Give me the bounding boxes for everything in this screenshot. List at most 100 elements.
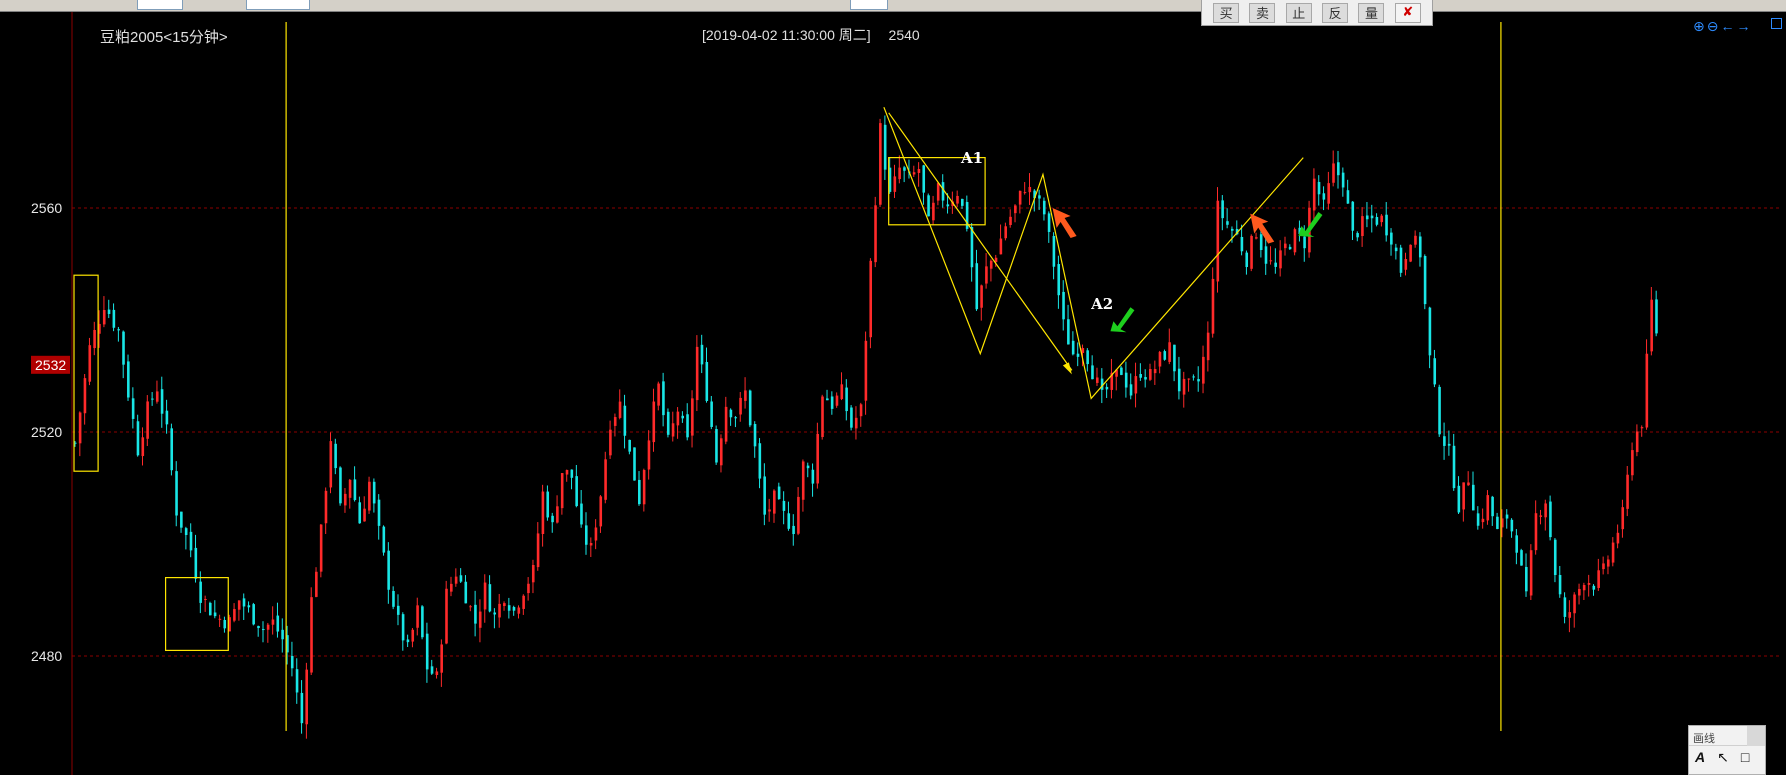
wave-annotation-label: A1 <box>960 149 983 167</box>
buy-button[interactable]: 买 <box>1213 2 1240 23</box>
candle-body <box>459 575 463 582</box>
candle-body <box>305 669 308 725</box>
candle-body <box>1071 340 1075 355</box>
zoom-out-icon[interactable]: ⊖ <box>1707 18 1719 35</box>
candle-body <box>382 526 386 553</box>
candle-body <box>1563 597 1567 617</box>
quantity-button[interactable]: 量 <box>1358 2 1385 23</box>
scroll-left-icon[interactable]: ← <box>1720 18 1734 35</box>
cursor-datetime: [2019-04-02 11:30:00 周二] <box>702 27 871 43</box>
candle-body <box>845 387 848 412</box>
candle-body <box>527 583 530 594</box>
y-tick-label: 2560 <box>31 200 62 216</box>
candle-body <box>758 443 762 479</box>
candle-body <box>956 195 959 204</box>
candle-body <box>1288 246 1292 250</box>
candle-body <box>252 604 255 625</box>
candle-body <box>840 384 844 400</box>
rectangle-tool-icon[interactable]: □ <box>1741 749 1749 766</box>
candle-body <box>806 465 810 469</box>
candle-body <box>985 266 988 284</box>
cancel-icon[interactable]: ✘ <box>1394 2 1421 23</box>
candle-body <box>879 123 882 205</box>
consolidation-box <box>164 576 229 651</box>
candle-body <box>739 397 742 415</box>
candle-body <box>517 607 521 614</box>
candle-body <box>575 476 578 507</box>
candle-body <box>368 481 371 511</box>
candle-body <box>421 606 424 638</box>
candle-body <box>160 389 164 414</box>
candle-body <box>512 607 516 611</box>
candle-body <box>180 511 183 528</box>
reverse-button[interactable]: 反 <box>1322 2 1349 23</box>
candle-body <box>1515 535 1518 553</box>
candle-body <box>854 417 858 429</box>
candle-body <box>1635 431 1639 453</box>
candle-body <box>1245 252 1249 268</box>
candle-body <box>1452 445 1456 489</box>
candle-body <box>218 618 222 620</box>
candle-body <box>1312 178 1316 211</box>
candle-body <box>1534 513 1538 551</box>
candle-body <box>300 692 304 724</box>
candle-body <box>1394 247 1398 252</box>
pointer-tool-icon[interactable]: ↖ <box>1717 749 1729 766</box>
candle-body <box>1124 372 1128 388</box>
restore-icon[interactable] <box>1771 18 1782 29</box>
candle-body <box>556 506 559 523</box>
candle-body <box>483 582 487 610</box>
candle-body <box>642 470 646 505</box>
text-tool-icon[interactable]: A <box>1695 749 1705 766</box>
candle-body <box>1014 205 1017 214</box>
candle-body <box>821 396 824 437</box>
candle-body <box>450 583 453 592</box>
price-chart[interactable]: 2480 2520 2560 2532 A1 A2 <box>0 0 1786 775</box>
candle-body <box>1447 443 1451 446</box>
candle-body <box>1264 246 1268 264</box>
candle-body <box>748 390 752 426</box>
candle-body <box>753 424 757 447</box>
candle-body <box>127 361 130 398</box>
candle-body <box>464 581 468 604</box>
scroll-right-icon[interactable]: → <box>1736 18 1750 35</box>
candle-body <box>1539 515 1543 517</box>
candle-body <box>151 398 154 400</box>
zoom-in-icon[interactable]: ⊕ <box>1693 18 1705 35</box>
stop-button[interactable]: 止 <box>1285 2 1312 23</box>
candle-body <box>522 595 525 609</box>
candle-body <box>662 381 665 416</box>
draw-panel-close-icon[interactable] <box>1747 726 1765 746</box>
candle-body <box>1549 501 1552 538</box>
candle-body <box>883 124 887 170</box>
zigzag-line <box>883 106 1304 400</box>
candle-body <box>1255 237 1258 239</box>
candle-body <box>1163 351 1167 360</box>
candle-body <box>435 671 439 676</box>
candle-body <box>936 183 940 201</box>
candle-body <box>1616 532 1620 544</box>
candle-body <box>1626 474 1629 509</box>
candle-body <box>1250 235 1253 269</box>
buy-signal-arrow <box>1110 307 1135 333</box>
candle-body <box>1332 163 1335 183</box>
candle-body <box>175 471 178 516</box>
candle-body <box>358 502 362 524</box>
candle-body <box>565 469 569 475</box>
candle-body <box>1206 332 1210 361</box>
sell-button[interactable]: 卖 <box>1249 2 1276 23</box>
candle-body <box>194 547 198 579</box>
candle-body <box>970 226 974 268</box>
candle-body <box>117 329 120 331</box>
candle-body <box>88 345 92 382</box>
candle-body <box>276 615 280 632</box>
candle-body <box>1520 550 1523 566</box>
candle-body <box>1510 519 1514 532</box>
candle-body <box>343 493 347 506</box>
candle-body <box>922 165 926 193</box>
candle-body <box>281 629 284 640</box>
candle-body <box>266 624 270 630</box>
candle-body <box>1168 342 1171 362</box>
candle-body <box>628 439 631 452</box>
candle-body <box>1462 482 1465 510</box>
